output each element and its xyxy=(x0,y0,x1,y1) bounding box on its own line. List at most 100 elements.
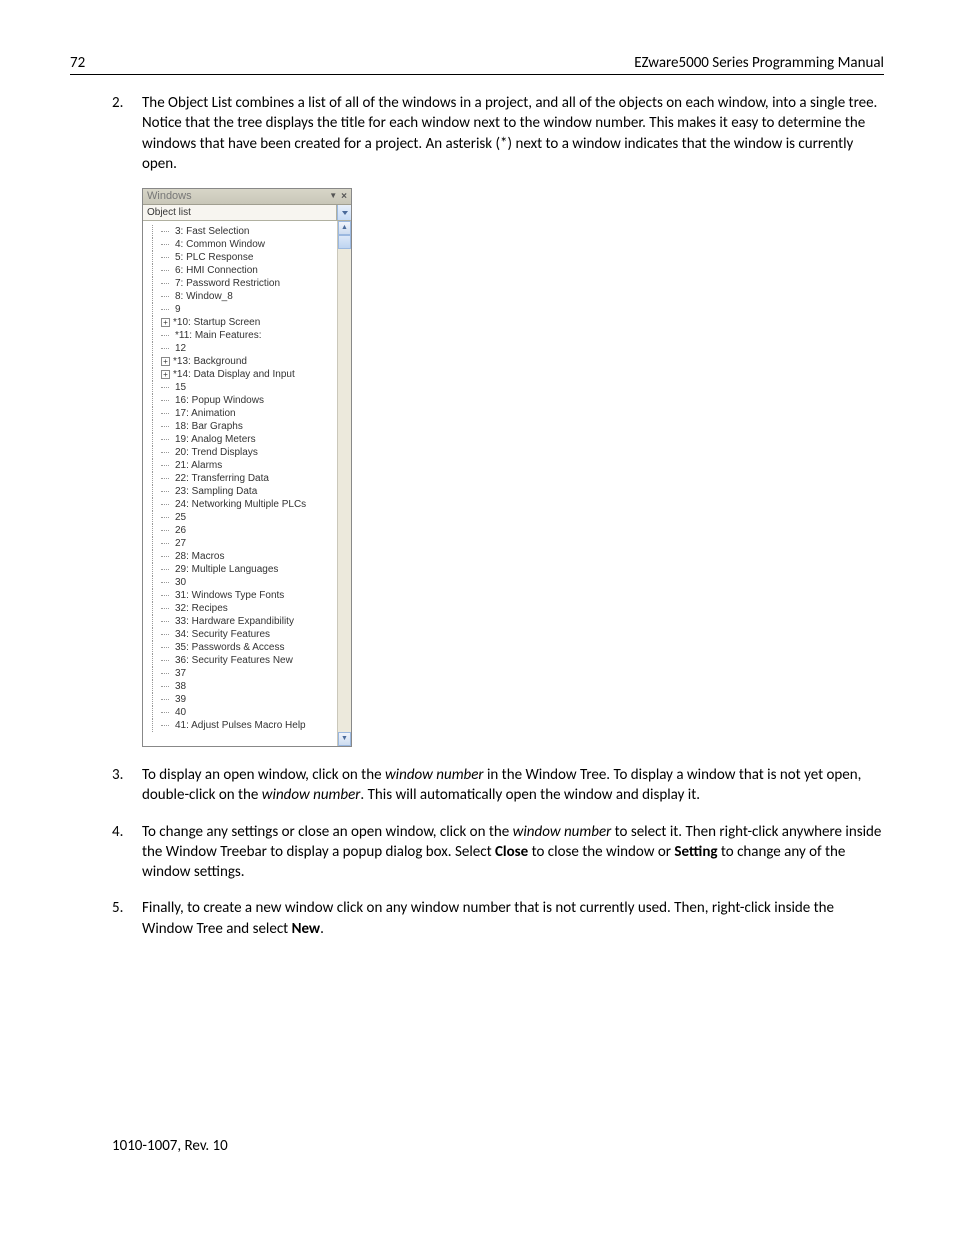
tree-item-label: 40 xyxy=(175,706,186,720)
tree-item[interactable]: 9 xyxy=(145,303,337,316)
tree-item[interactable]: +*14: Data Display and Input xyxy=(145,368,337,381)
tree-item-label: 32: Recipes xyxy=(175,602,228,616)
windows-panel: Windows ▼ × Object list 3: Fast Selectio… xyxy=(142,188,352,747)
tree-item-label: 9 xyxy=(175,303,181,317)
tree-item[interactable]: 3: Fast Selection xyxy=(145,225,337,238)
tree-item-label: 4: Common Window xyxy=(175,238,265,252)
tree-item[interactable]: 22: Transferring Data xyxy=(145,472,337,485)
tree-item-label: 30 xyxy=(175,576,186,590)
tree-item[interactable]: 23: Sampling Data xyxy=(145,485,337,498)
tree-item[interactable]: 8: Window_8 xyxy=(145,290,337,303)
tree-list[interactable]: 3: Fast Selection4: Common Window5: PLC … xyxy=(143,221,337,746)
item-number: 3. xyxy=(112,765,123,785)
paragraph-text: Finally, to create a new window click on… xyxy=(142,899,834,937)
tree-item[interactable]: 36: Security Features New xyxy=(145,654,337,667)
tree-item-label: *13: Background xyxy=(173,355,247,369)
footer-text: 1010-1007, Rev. 10 xyxy=(112,1137,228,1155)
tree-item-label: 41: Adjust Pulses Macro Help xyxy=(175,719,306,733)
tree-item[interactable]: *11: Main Features: xyxy=(145,329,337,342)
tree-item[interactable]: 16: Popup Windows xyxy=(145,394,337,407)
tree-item-label: 25 xyxy=(175,511,186,525)
tree-item-label: 39 xyxy=(175,693,186,707)
tree-item-label: 20: Trend Displays xyxy=(175,446,258,460)
tree-item-label: 38 xyxy=(175,680,186,694)
tree-item-label: 7: Password Restriction xyxy=(175,277,280,291)
tree-item[interactable]: 6: HMI Connection xyxy=(145,264,337,277)
tree-item[interactable]: 15 xyxy=(145,381,337,394)
tree-item-label: 36: Security Features New xyxy=(175,654,293,668)
tree-item[interactable]: 31: Windows Type Fonts xyxy=(145,589,337,602)
tree-item[interactable]: 39 xyxy=(145,693,337,706)
item-number: 5. xyxy=(112,898,123,918)
tree-item[interactable]: 5: PLC Response xyxy=(145,251,337,264)
tree-item[interactable]: 17: Animation xyxy=(145,407,337,420)
tree-item[interactable]: 26 xyxy=(145,524,337,537)
page-header: 72 EZware5000 Series Programming Manual xyxy=(70,54,884,75)
expand-icon[interactable]: + xyxy=(161,370,170,379)
tree-item[interactable]: +*13: Background xyxy=(145,355,337,368)
tree-item-label: 26 xyxy=(175,524,186,538)
tree-item[interactable]: 41: Adjust Pulses Macro Help xyxy=(145,719,337,732)
tree-item[interactable]: 4: Common Window xyxy=(145,238,337,251)
scroll-down-icon[interactable]: ▼ xyxy=(338,732,351,746)
tree-item-label: *11: Main Features: xyxy=(175,329,262,343)
tree-item-label: 28: Macros xyxy=(175,550,224,564)
tree-item-label: *10: Startup Screen xyxy=(173,316,260,330)
tree-item[interactable]: 24: Networking Multiple PLCs xyxy=(145,498,337,511)
tree-item[interactable]: 25 xyxy=(145,511,337,524)
close-icon[interactable]: × xyxy=(341,190,347,204)
dropdown-button[interactable] xyxy=(337,205,351,220)
list-item-4: 4. To change any settings or close an op… xyxy=(112,822,884,883)
tree-item-label: 5: PLC Response xyxy=(175,251,253,265)
list-item-3: 3. To display an open window, click on t… xyxy=(112,765,884,806)
scroll-up-icon[interactable]: ▲ xyxy=(338,221,351,235)
tree-item-label: 33: Hardware Expandibility xyxy=(175,615,294,629)
tree-item-label: 31: Windows Type Fonts xyxy=(175,589,284,603)
tree-item[interactable]: 20: Trend Displays xyxy=(145,446,337,459)
tree-item-label: 8: Window_8 xyxy=(175,290,233,304)
tree-item[interactable]: 28: Macros xyxy=(145,550,337,563)
dropdown-arrow-icon[interactable]: ▼ xyxy=(329,191,337,202)
tree-item-label: 17: Animation xyxy=(175,407,236,421)
tree-item[interactable]: 18: Bar Graphs xyxy=(145,420,337,433)
tree-item[interactable]: 29: Multiple Languages xyxy=(145,563,337,576)
tree-item[interactable]: 27 xyxy=(145,537,337,550)
tree-item-label: 19: Analog Meters xyxy=(175,433,256,447)
tree-item-label: 27 xyxy=(175,537,186,551)
list-item-2: 2. The Object List combines a list of al… xyxy=(112,93,884,747)
tree-item[interactable]: 35: Passwords & Access xyxy=(145,641,337,654)
scroll-track[interactable] xyxy=(338,249,351,732)
tree-item[interactable]: 7: Password Restriction xyxy=(145,277,337,290)
object-list-dropdown[interactable]: Object list xyxy=(143,205,351,221)
tree-item[interactable]: 32: Recipes xyxy=(145,602,337,615)
tree-item[interactable]: 30 xyxy=(145,576,337,589)
scrollbar[interactable]: ▲ ▼ xyxy=(337,221,351,746)
paragraph-text: To display an open window, click on the … xyxy=(142,766,861,804)
tree-item-label: 24: Networking Multiple PLCs xyxy=(175,498,306,512)
scroll-thumb[interactable] xyxy=(338,235,351,249)
tree-item-label: *14: Data Display and Input xyxy=(173,368,295,382)
dropdown-selected: Object list xyxy=(143,205,337,220)
tree-item-label: 35: Passwords & Access xyxy=(175,641,285,655)
tree-item[interactable]: 38 xyxy=(145,680,337,693)
tree-item[interactable]: 40 xyxy=(145,706,337,719)
tree-item[interactable]: 33: Hardware Expandibility xyxy=(145,615,337,628)
tree-item-label: 12 xyxy=(175,342,186,356)
tree-item-label: 18: Bar Graphs xyxy=(175,420,243,434)
tree-item[interactable]: 19: Analog Meters xyxy=(145,433,337,446)
tree-item-label: 6: HMI Connection xyxy=(175,264,258,278)
paragraph-text: The Object List combines a list of all o… xyxy=(142,94,877,173)
tree-item-label: 15 xyxy=(175,381,186,395)
tree-item[interactable]: +*10: Startup Screen xyxy=(145,316,337,329)
panel-titlebar[interactable]: Windows ▼ × xyxy=(143,189,351,205)
tree-item[interactable]: 34: Security Features xyxy=(145,628,337,641)
tree-item-label: 21: Alarms xyxy=(175,459,222,473)
expand-icon[interactable]: + xyxy=(161,318,170,327)
tree-item[interactable]: 37 xyxy=(145,667,337,680)
tree-item[interactable]: 12 xyxy=(145,342,337,355)
expand-icon[interactable]: + xyxy=(161,357,170,366)
list-item-5: 5. Finally, to create a new window click… xyxy=(112,898,884,939)
tree-item[interactable]: 21: Alarms xyxy=(145,459,337,472)
tree-item-label: 29: Multiple Languages xyxy=(175,563,278,577)
tree-item-label: 23: Sampling Data xyxy=(175,485,257,499)
